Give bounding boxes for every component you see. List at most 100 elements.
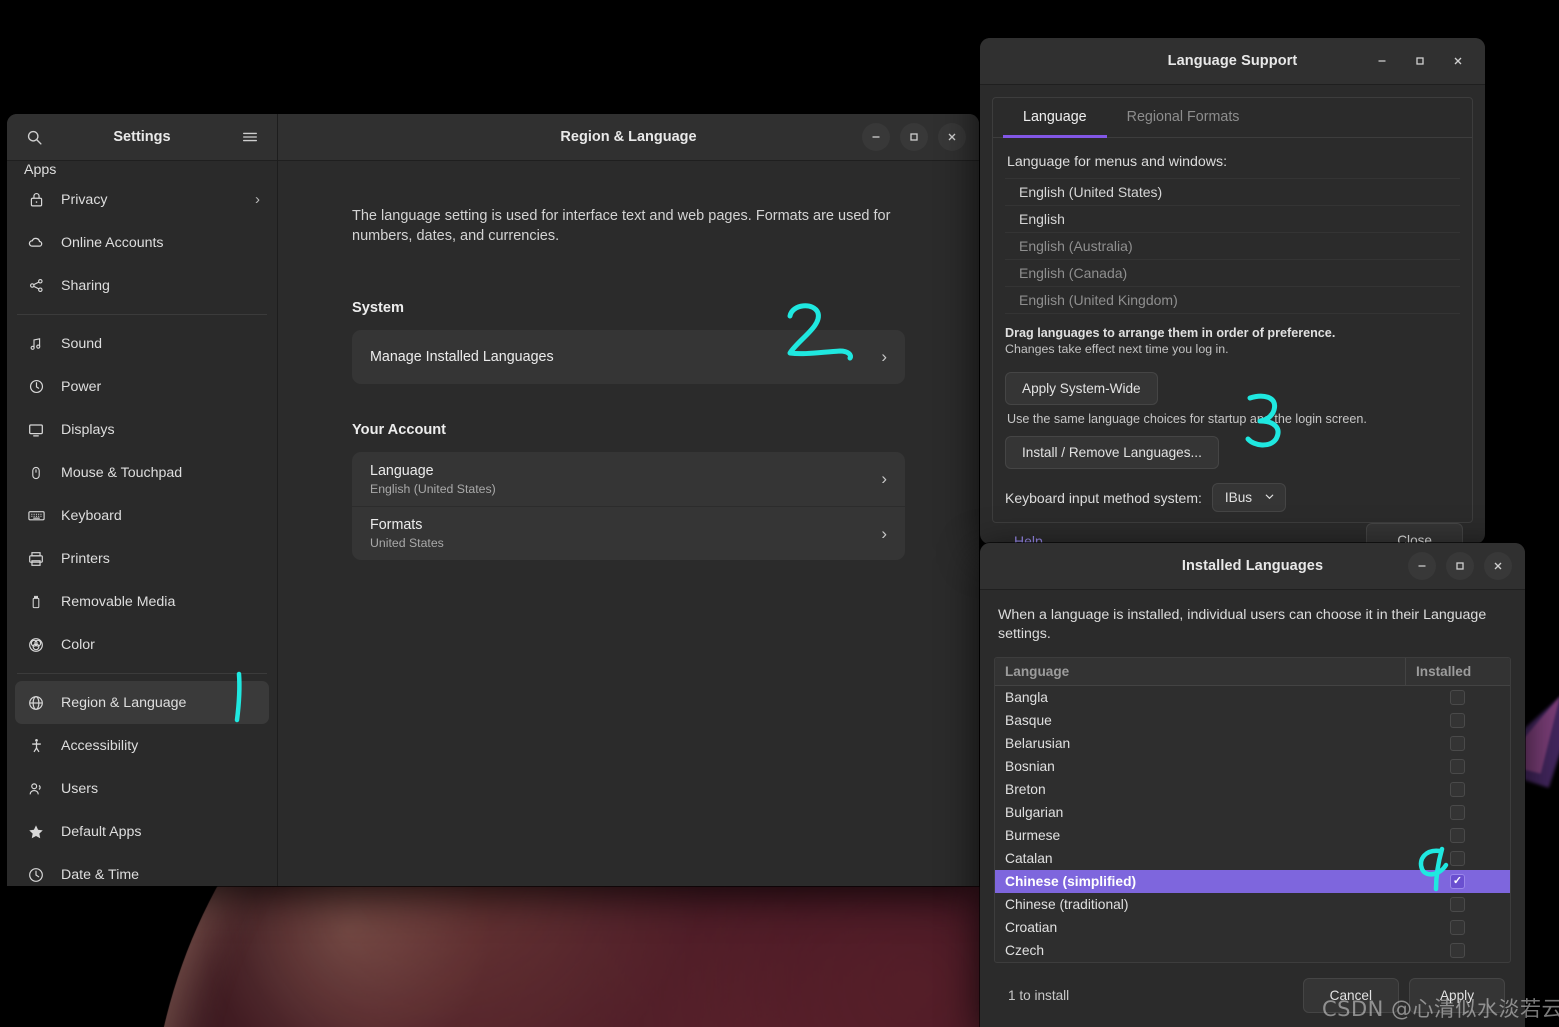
installed-checkbox-cell[interactable] — [1405, 828, 1510, 844]
language-name: Chinese (simplified) — [1005, 874, 1137, 890]
sidebar-item-color[interactable]: Color — [15, 623, 269, 666]
list-item[interactable]: English (Australia) — [1005, 233, 1460, 260]
cancel-button[interactable]: Cancel — [1302, 977, 1399, 1013]
sidebar-item-displays[interactable]: Displays — [15, 408, 269, 451]
installed-checkbox-cell[interactable] — [1405, 782, 1510, 798]
language-name: Basque — [1005, 713, 1052, 729]
list-item[interactable]: English — [1005, 206, 1460, 233]
sidebar-item-label: Keyboard — [61, 507, 122, 524]
sidebar-item-removable-media[interactable]: Removable Media — [15, 580, 269, 623]
installed-checkbox-cell[interactable] — [1405, 690, 1510, 706]
installed-checkbox-cell[interactable] — [1405, 759, 1510, 775]
installed-checkbox-cell[interactable] — [1405, 736, 1510, 752]
installed-checkbox-cell[interactable] — [1405, 897, 1510, 913]
checkbox-unchecked-icon[interactable] — [1450, 828, 1465, 844]
installed-checkbox-cell[interactable] — [1405, 851, 1510, 867]
language-name: Breton — [1005, 782, 1046, 798]
sidebar-item-users[interactable]: Users — [15, 767, 269, 810]
sidebar-item-power[interactable]: Power — [15, 365, 269, 408]
apply-system-wide-button[interactable]: Apply System-Wide — [1005, 372, 1158, 405]
checkbox-unchecked-icon[interactable] — [1450, 851, 1465, 867]
installed-checkbox-cell[interactable] — [1405, 805, 1510, 821]
list-item[interactable]: English (Canada) — [1005, 260, 1460, 287]
table-row[interactable]: Catalan — [995, 847, 1510, 870]
checkbox-unchecked-icon[interactable] — [1450, 736, 1465, 752]
list-item[interactable]: English (United Kingdom) — [1005, 287, 1460, 314]
help-button[interactable]: Help — [1002, 527, 1055, 545]
installed-checkbox-cell[interactable]: ✓ — [1405, 874, 1510, 890]
clock-icon — [24, 865, 48, 885]
sidebar-item-keyboard[interactable]: Keyboard — [15, 494, 269, 537]
install-remove-languages-button[interactable]: Install / Remove Languages... — [1005, 436, 1219, 469]
apply-system-wide-note: Use the same language choices for startu… — [1007, 412, 1367, 426]
table-row[interactable]: Breton — [995, 778, 1510, 801]
maximize-button[interactable] — [1406, 47, 1434, 75]
sidebar-item-sound[interactable]: Sound — [15, 322, 269, 365]
chinese-simplified-row[interactable]: Chinese (simplified) ✓ — [995, 870, 1510, 894]
desktop-screen: Settings Apps Privacy › Online Accounts … — [0, 0, 1559, 1027]
installed-checkbox-cell[interactable] — [1405, 713, 1510, 729]
lock-icon — [24, 190, 48, 210]
minimize-button[interactable] — [1368, 47, 1396, 75]
table-row[interactable]: Bulgarian — [995, 801, 1510, 824]
account-formats-row[interactable]: Formats United States › — [352, 506, 905, 560]
keyboard-input-method-select[interactable]: IBus — [1211, 483, 1287, 512]
system-section-heading: System — [352, 300, 404, 317]
apply-button[interactable]: Apply — [1408, 977, 1505, 1013]
checkbox-unchecked-icon[interactable] — [1450, 897, 1465, 913]
close-button[interactable] — [938, 123, 966, 151]
minimize-button[interactable] — [1408, 552, 1436, 580]
sidebar-item-clipped[interactable]: Apps — [15, 161, 269, 178]
account-formats-value: United States — [370, 536, 444, 551]
column-header-installed: Installed — [1405, 658, 1510, 686]
manage-installed-languages-row[interactable]: Manage Installed Languages › — [352, 330, 905, 384]
account-language-row[interactable]: Language English (United States) › — [352, 452, 905, 506]
sidebar-item-privacy[interactable]: Privacy › — [15, 178, 269, 221]
table-row[interactable]: Belarusian — [995, 732, 1510, 755]
sidebar-item-online-accounts[interactable]: Online Accounts — [15, 221, 269, 264]
sidebar-item-mouse-touchpad[interactable]: Mouse & Touchpad — [15, 451, 269, 494]
close-dialog-button[interactable]: Close — [1366, 523, 1463, 544]
language-support-window-controls — [1368, 47, 1472, 75]
table-row[interactable]: Chinese (traditional) — [995, 893, 1510, 916]
language-order-list: English (United States) English English … — [1005, 178, 1460, 314]
checkbox-unchecked-icon[interactable] — [1450, 943, 1465, 959]
checkbox-unchecked-icon[interactable] — [1450, 759, 1465, 775]
table-row[interactable]: Basque — [995, 709, 1510, 732]
language-support-window: Language Support Language Regional Forma… — [980, 38, 1485, 544]
close-button[interactable] — [1484, 552, 1512, 580]
maximize-button[interactable] — [900, 123, 928, 151]
sidebar-item-sharing[interactable]: Sharing — [15, 264, 269, 307]
sidebar-item-accessibility[interactable]: Accessibility — [15, 724, 269, 767]
hamburger-icon[interactable] — [237, 124, 263, 150]
list-item[interactable]: English (United States) — [1005, 178, 1460, 206]
table-row[interactable]: Croatian — [995, 916, 1510, 939]
sidebar-item-region-language[interactable]: Region & Language — [15, 681, 269, 724]
minimize-button[interactable] — [862, 123, 890, 151]
language-name: Belarusian — [1005, 736, 1071, 752]
page-title: Region & Language — [560, 129, 697, 145]
table-row[interactable]: Burmese — [995, 824, 1510, 847]
checkbox-unchecked-icon[interactable] — [1450, 713, 1465, 729]
checkbox-checked-icon[interactable]: ✓ — [1450, 874, 1465, 890]
table-row[interactable]: Bangla — [995, 686, 1510, 709]
sidebar-item-date-time[interactable]: Date & Time — [15, 853, 269, 886]
maximize-button[interactable] — [1446, 552, 1474, 580]
table-row[interactable]: Bosnian — [995, 755, 1510, 778]
sidebar-item-default-apps[interactable]: Default Apps — [15, 810, 269, 853]
installed-checkbox-cell[interactable] — [1405, 920, 1510, 936]
checkbox-unchecked-icon[interactable] — [1450, 782, 1465, 798]
tab-regional-formats[interactable]: Regional Formats — [1107, 98, 1260, 138]
tab-language[interactable]: Language — [1003, 98, 1107, 138]
sidebar-item-label: Mouse & Touchpad — [61, 464, 183, 481]
table-row[interactable]: Czech — [995, 939, 1510, 962]
sidebar-item-printers[interactable]: Printers — [15, 537, 269, 580]
checkbox-unchecked-icon[interactable] — [1450, 805, 1465, 821]
search-icon[interactable] — [21, 124, 47, 150]
accessibility-icon — [24, 736, 48, 756]
installed-checkbox-cell[interactable] — [1405, 943, 1510, 959]
manage-installed-languages-label: Manage Installed Languages — [370, 349, 554, 366]
checkbox-unchecked-icon[interactable] — [1450, 920, 1465, 936]
checkbox-unchecked-icon[interactable] — [1450, 690, 1465, 706]
close-button[interactable] — [1444, 47, 1472, 75]
